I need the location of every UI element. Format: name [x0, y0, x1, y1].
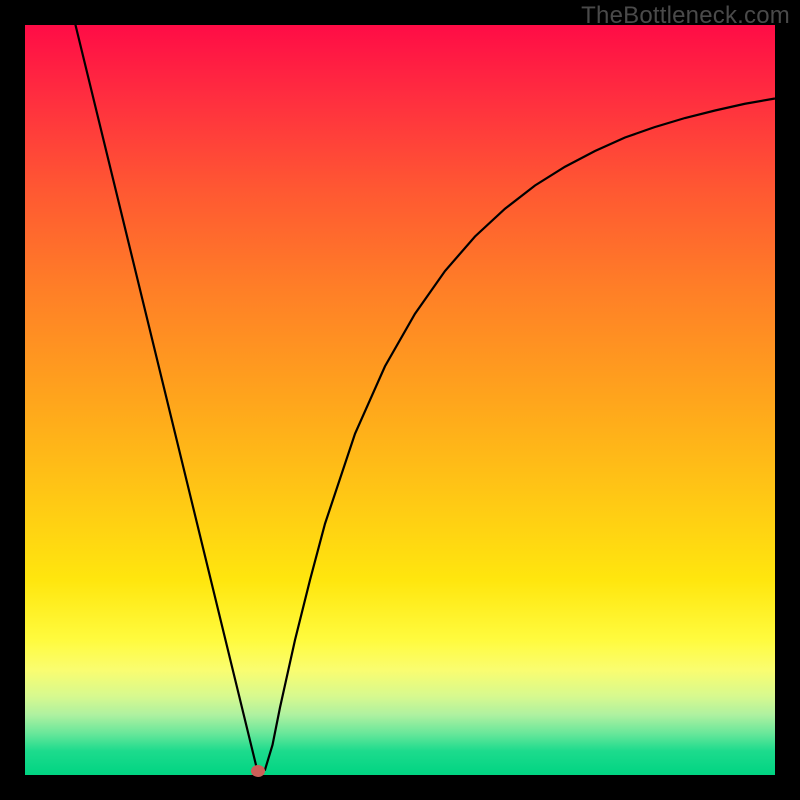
curve-path: [70, 3, 775, 772]
chart-frame: TheBottleneck.com: [0, 0, 800, 800]
plot-area: [25, 25, 775, 775]
watermark-text: TheBottleneck.com: [581, 2, 790, 30]
bottleneck-curve: [25, 25, 775, 775]
bottleneck-marker: [251, 765, 265, 777]
